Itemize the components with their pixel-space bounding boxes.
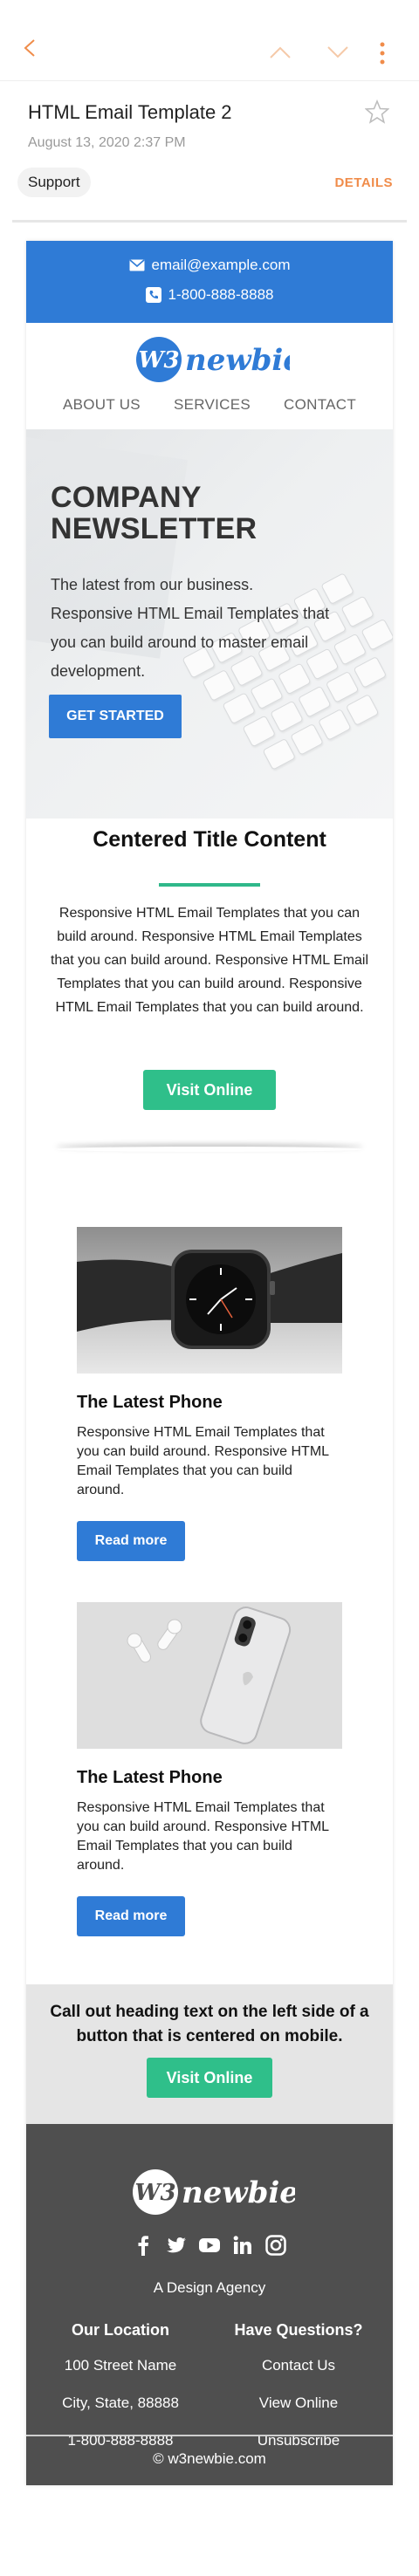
card-title: The Latest Phone: [77, 1768, 223, 1787]
toolbar-divider: [0, 80, 419, 81]
footer-location-column: Our Location 100 Street Name City, State…: [42, 2321, 199, 2470]
email-date: August 13, 2020 2:37 PM: [28, 135, 186, 150]
hero-title: COMPANY NEWSLETTER: [51, 482, 257, 545]
instagram-icon[interactable]: [264, 2234, 287, 2257]
title-underline: [159, 883, 260, 887]
footer-address-line: 100 Street Name: [64, 2357, 177, 2374]
twitter-icon[interactable]: [165, 2234, 188, 2257]
copyright-link[interactable]: © w3newbie.com: [26, 2450, 393, 2468]
footer-questions-column: Have Questions? Contact Us View Online U…: [220, 2321, 377, 2470]
mail-icon: [128, 259, 145, 271]
nav-services[interactable]: SERVICES: [174, 396, 251, 414]
footer-logo-mark: W3: [134, 2180, 175, 2206]
email-body: email@example.com 1-800-888-8888 W3 newb…: [26, 241, 393, 2485]
chevron-down-icon[interactable]: [326, 45, 349, 59]
nav-about-us[interactable]: ABOUT US: [63, 396, 141, 414]
product-card: The Latest Phone Responsive HTML Email T…: [77, 1227, 342, 1561]
email-subject: HTML Email Template 2: [28, 101, 232, 123]
read-more-button[interactable]: Read more: [77, 1896, 185, 1936]
contact-phone-row[interactable]: 1-800-888-8888: [26, 286, 393, 304]
callout-visit-online-button[interactable]: Visit Online: [147, 2058, 272, 2098]
email-footer: W3 newbie A Design Agency Our Location 1: [26, 2124, 393, 2485]
contact-email-row[interactable]: email@example.com: [26, 257, 393, 274]
logo-wordmark: newbie: [185, 343, 290, 378]
footer-location-heading: Our Location: [72, 2321, 169, 2339]
footer-questions-heading: Have Questions?: [234, 2321, 363, 2339]
label-chip[interactable]: Support: [17, 168, 91, 197]
social-links: [26, 2234, 393, 2257]
linkedin-icon[interactable]: [231, 2234, 254, 2257]
footer-address-line: City, State, 88888: [62, 2394, 179, 2411]
callout-text: Call out heading text on the left side o…: [50, 2003, 369, 2045]
visit-online-button[interactable]: Visit Online: [143, 1070, 276, 1110]
footer-tagline: A Design Agency: [153, 2279, 266, 2296]
card-text: Responsive HTML Email Templates that you…: [77, 1800, 329, 1873]
app-toolbar: [0, 0, 419, 80]
card-title: The Latest Phone: [77, 1393, 223, 1412]
nav-contact[interactable]: CONTACT: [284, 396, 356, 414]
footer-link-view-online[interactable]: View Online: [220, 2394, 377, 2432]
hero-banner: COMPANY NEWSLETTER The latest from our b…: [26, 429, 393, 819]
youtube-icon[interactable]: [198, 2234, 221, 2257]
hero-text: The latest from our business. Responsive…: [51, 576, 330, 680]
logo-mark: W3: [138, 347, 179, 373]
email-nav: ABOUT US SERVICES CONTACT: [26, 396, 393, 414]
callout-section: Call out heading text on the left side o…: [26, 1984, 393, 2124]
facebook-icon[interactable]: [132, 2234, 155, 2257]
smartwatch-image[interactable]: [77, 1227, 342, 1374]
star-icon[interactable]: [365, 99, 389, 124]
phone-icon: [145, 287, 161, 303]
contact-email[interactable]: email@example.com: [152, 257, 291, 274]
more-vert-icon[interactable]: [379, 42, 386, 65]
phone-image[interactable]: [77, 1602, 342, 1749]
centered-text: Responsive HTML Email Templates that you…: [50, 906, 369, 1015]
footer-logo-wordmark: newbie: [182, 2175, 295, 2210]
card-text: Responsive HTML Email Templates that you…: [77, 1425, 329, 1497]
smartwatch-graphic: [77, 1250, 342, 1349]
centered-title: Centered Title Content: [93, 827, 326, 852]
read-more-button[interactable]: Read more: [77, 1521, 185, 1561]
product-card: The Latest Phone Responsive HTML Email T…: [77, 1602, 342, 1936]
contact-phone[interactable]: 1-800-888-8888: [168, 286, 274, 304]
phone-graphic: [127, 1607, 292, 1744]
chevron-up-icon[interactable]: [269, 45, 292, 59]
brand-logo[interactable]: W3 newbie: [133, 332, 290, 387]
details-link[interactable]: DETAILS: [334, 175, 393, 190]
get-started-button[interactable]: GET STARTED: [49, 695, 182, 738]
hero-title-line2: NEWSLETTER: [51, 512, 258, 545]
hero-title-line1: COMPANY: [51, 481, 202, 514]
contact-bar: email@example.com 1-800-888-8888: [26, 241, 393, 323]
footer-link-contact-us[interactable]: Contact Us: [220, 2357, 377, 2394]
footer-divider: [26, 2435, 393, 2436]
header-divider: [12, 220, 407, 223]
section-divider: [56, 1147, 363, 1152]
back-arrow-icon[interactable]: [21, 38, 40, 58]
footer-logo[interactable]: W3 newbie: [129, 2164, 295, 2220]
